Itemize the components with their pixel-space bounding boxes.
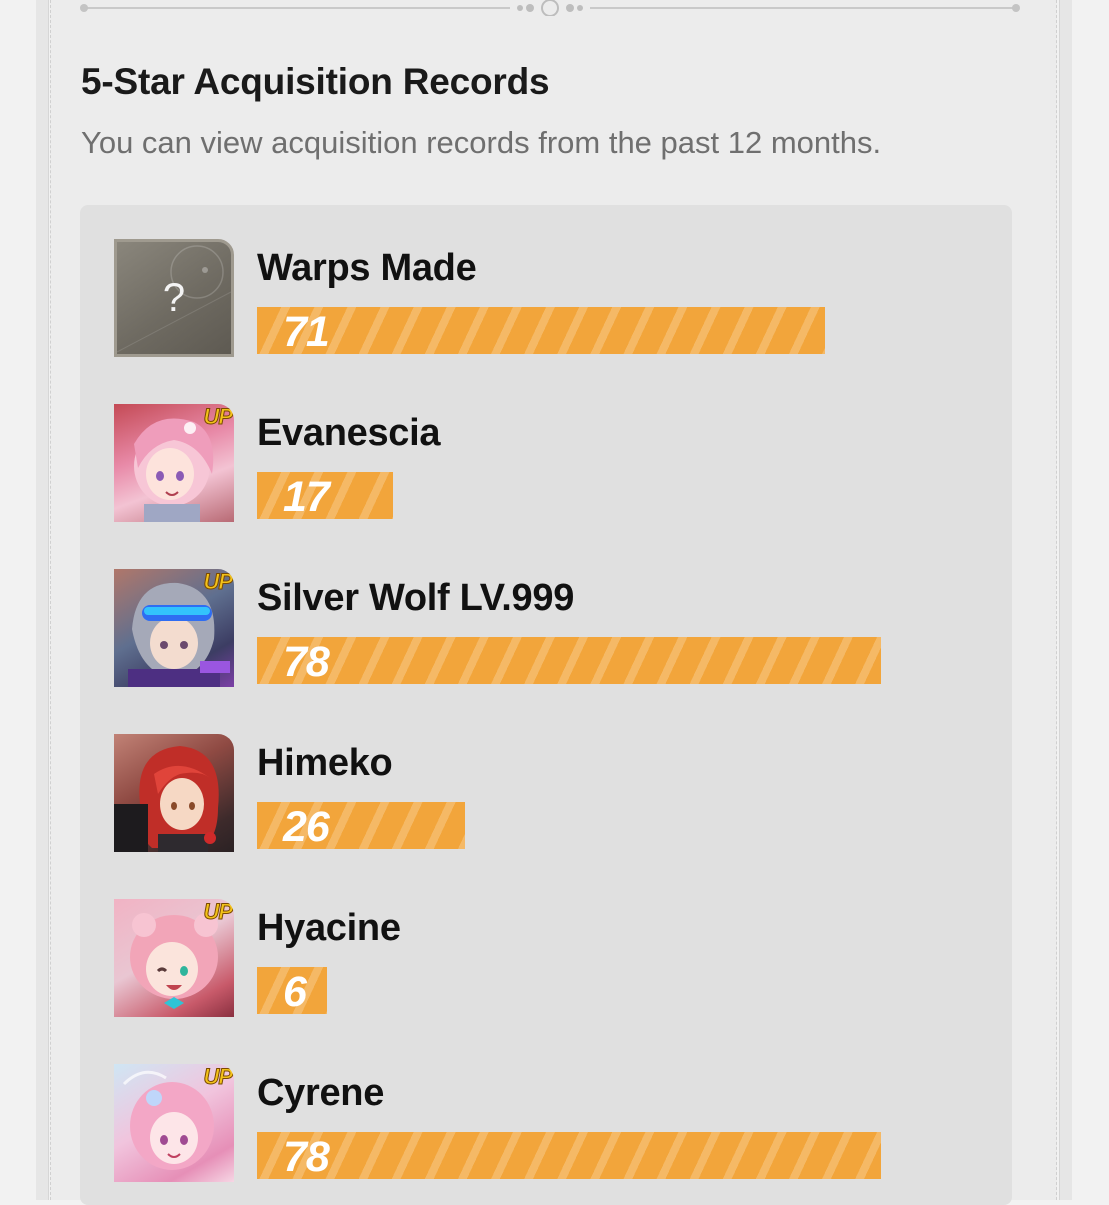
section-title: 5-Star Acquisition Records [81, 61, 550, 102]
up-badge: UP [203, 404, 234, 430]
record-count-bar: 78 [257, 1132, 881, 1181]
record-row-cyrene: UP Cyrene 78 [80, 1030, 1012, 1182]
record-name: Himeko [257, 742, 393, 784]
record-count: 17 [283, 473, 330, 521]
record-count-bar: 6 [257, 967, 327, 1016]
right-rail [1059, 0, 1072, 1200]
record-count-bar: 71 [257, 307, 825, 356]
up-badge: UP [203, 569, 234, 595]
record-count: 71 [283, 308, 330, 356]
records-list: ? Warps Made 71 UP Evanescia 17 UP Silve… [80, 205, 1012, 1205]
record-name: Silver Wolf LV.999 [257, 577, 575, 619]
record-count-bar: 17 [257, 472, 393, 521]
question-mark-icon: ? [162, 276, 186, 320]
left-rail [36, 0, 49, 1200]
character-portrait [114, 734, 234, 852]
section-subtitle: You can view acquisition records from th… [81, 125, 882, 160]
record-row-warps-made: ? Warps Made 71 [80, 205, 1012, 357]
record-name: Evanescia [257, 412, 441, 454]
record-count: 78 [283, 638, 330, 686]
up-badge: UP [203, 899, 234, 925]
character-portrait: UP [114, 569, 234, 687]
record-row-hyacine: UP Hyacine 6 [80, 865, 1012, 1017]
record-row-evanescia: UP Evanescia 17 [80, 370, 1012, 522]
record-count-bar: 26 [257, 802, 465, 851]
character-portrait: UP [114, 899, 234, 1017]
record-row-silver-wolf: UP Silver Wolf LV.999 78 [80, 535, 1012, 687]
record-name: Cyrene [257, 1072, 385, 1114]
record-count-bar: 78 [257, 637, 881, 686]
record-count: 78 [283, 1133, 330, 1181]
ornament-divider [80, 0, 1020, 16]
portrait-art [114, 746, 219, 852]
record-count: 26 [283, 803, 330, 851]
record-name: Hyacine [257, 907, 401, 949]
character-portrait: UP [114, 404, 234, 522]
character-portrait: UP [114, 1064, 234, 1182]
record-row-himeko: Himeko 26 [80, 700, 1012, 852]
up-badge: UP [203, 1064, 234, 1090]
record-count: 6 [283, 968, 307, 1016]
unknown-character-icon: ? [114, 239, 234, 357]
record-name: Warps Made [257, 247, 477, 289]
